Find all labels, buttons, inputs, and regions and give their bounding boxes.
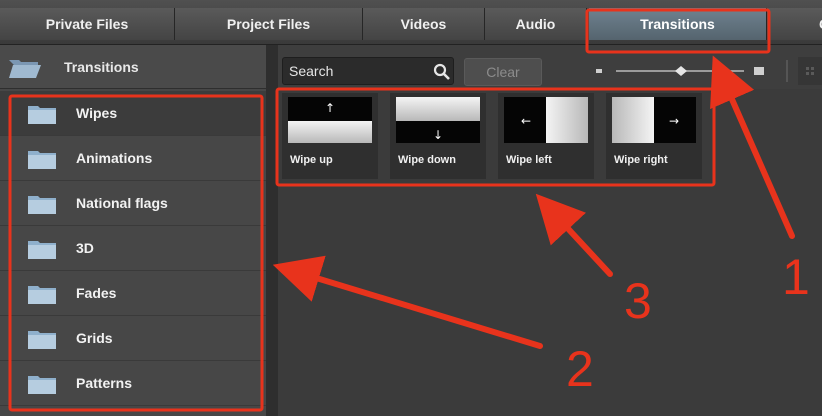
folder-icon [28,286,56,304]
category-label: Fades [76,285,117,301]
transition-label: Wipe up [290,154,333,166]
wipe-up-preview: ↑ [288,97,372,143]
arrow-left-icon: ← [521,114,531,128]
search-icon[interactable] [433,63,451,81]
panel-splitter[interactable] [266,45,278,416]
zoom-in-icon [754,67,764,75]
arrow-right-icon: → [669,114,679,128]
transition-thumb-wipe-right[interactable]: → Wipe right [606,93,702,179]
slider-handle [675,66,687,76]
transition-browser: ↑ Wipe up ↓ Wipe down ← Wipe left → Wipe [278,89,822,416]
wipe-down-preview: ↓ [396,97,480,143]
arrow-down-icon: ↓ [433,128,443,142]
tab-project-files[interactable]: Project Files [175,8,363,40]
zoom-out-icon [596,69,602,73]
sidebar-header-label: Transitions [64,59,139,75]
grid-view-button[interactable] [798,57,822,85]
category-item-patterns[interactable]: Patterns [0,361,266,406]
category-sidebar: Transitions Wipes Animations National fl… [0,45,266,416]
category-label: 3D [76,240,94,256]
folder-icon [28,241,56,259]
callout-number-3: 3 [624,273,652,329]
category-label: National flags [76,195,168,211]
wipe-right-preview: → [612,97,696,143]
toolbar-separator [786,60,788,82]
tab-transitions[interactable]: Transitions [589,8,767,40]
media-tab-bar: Private Files Project Files Videos Audio… [0,0,822,45]
folder-icon [28,151,56,169]
category-item-3d[interactable]: 3D [0,226,266,271]
wipe-left-preview: ← [504,97,588,143]
browser-toolbar: Search Clear [278,45,822,89]
category-item-grids[interactable]: Grids [0,316,266,361]
callout-number-2: 2 [566,341,594,397]
callout-number-1: 1 [782,249,810,305]
tab-videos[interactable]: Videos [363,8,485,40]
category-item-fades[interactable]: Fades [0,271,266,316]
category-item-wipes[interactable]: Wipes [0,91,266,136]
clear-button[interactable]: Clear [464,58,542,86]
tab-private-files[interactable]: Private Files [0,8,175,40]
category-label: Patterns [76,375,133,391]
category-label: Grids [76,330,113,346]
category-list: Wipes Animations National flags 3D Fades… [0,91,266,406]
category-label: Wipes [76,105,118,121]
transition-thumb-wipe-down[interactable]: ↓ Wipe down [390,93,486,179]
transition-label: Wipe left [506,154,552,166]
sidebar-header[interactable]: Transitions [0,45,266,89]
search-placeholder: Search [289,63,334,79]
tab-grids-partial[interactable]: Gr [767,8,822,40]
transition-thumb-wipe-left[interactable]: ← Wipe left [498,93,594,179]
category-item-national-flags[interactable]: National flags [0,181,266,226]
transition-label: Wipe right [614,154,668,166]
grid-view-icon [806,67,814,75]
folder-icon [28,376,56,394]
folder-icon [28,196,56,214]
open-folder-icon [9,60,41,78]
category-label: Animations [76,150,153,166]
folder-icon [28,106,56,124]
transition-thumb-wipe-up[interactable]: ↑ Wipe up [282,93,378,179]
folder-icon [28,331,56,349]
transition-label: Wipe down [398,154,456,166]
tab-audio[interactable]: Audio [485,8,587,40]
category-item-animations[interactable]: Animations [0,136,266,181]
search-input[interactable]: Search [282,57,454,85]
arrow-up-icon: ↑ [325,101,335,115]
thumbnail-size-slider[interactable] [596,65,764,77]
